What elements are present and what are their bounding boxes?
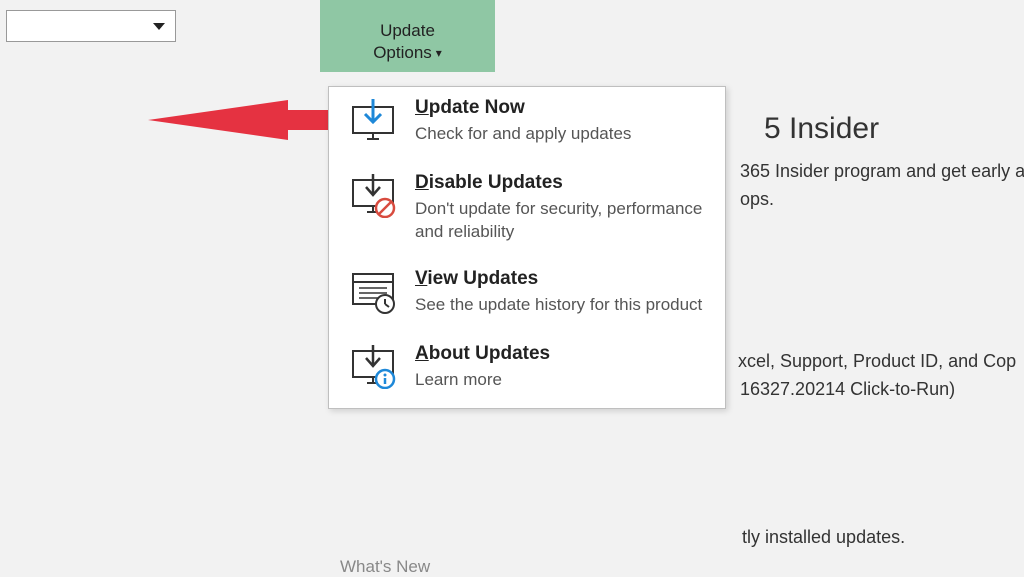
menu-item-desc: Learn more <box>415 369 709 392</box>
update-options-label-line2: Options▾ <box>373 42 442 64</box>
menu-item-title: Update Now <box>415 97 709 119</box>
menu-item-update-now[interactable]: Update Now Check for and apply updates <box>329 87 725 162</box>
disable-monitor-icon <box>349 174 397 223</box>
info-monitor-icon <box>349 345 397 394</box>
menu-item-desc: Check for and apply updates <box>415 123 709 146</box>
bg-insider-line2: ops. <box>740 186 774 213</box>
update-options-menu: Update Now Check for and apply updates D… <box>328 86 726 409</box>
chevron-down-icon: ▾ <box>436 46 442 62</box>
language-dropdown[interactable] <box>6 10 176 42</box>
menu-item-desc: See the update history for this product <box>415 294 709 317</box>
bg-insider-heading: 5 Insider <box>764 106 879 151</box>
whats-new-label: What's New <box>340 557 430 577</box>
update-options-label-line1: Update <box>380 20 435 42</box>
bg-line5: tly installed updates. <box>742 524 905 551</box>
bg-line4: 16327.20214 Click-to-Run) <box>740 376 955 403</box>
bg-insider-line1: 365 Insider program and get early a <box>740 158 1024 185</box>
menu-item-about-updates[interactable]: About Updates Learn more <box>329 333 725 408</box>
history-list-icon <box>349 270 397 319</box>
bg-line3: xcel, Support, Product ID, and Cop <box>738 348 1024 375</box>
download-monitor-icon <box>349 99 397 148</box>
annotation-arrow <box>148 92 353 153</box>
menu-item-disable-updates[interactable]: Disable Updates Don't update for securit… <box>329 162 725 258</box>
menu-item-title: Disable Updates <box>415 172 709 194</box>
menu-item-title: View Updates <box>415 268 709 290</box>
menu-item-desc: Don't update for security, performance a… <box>415 198 709 244</box>
update-options-button[interactable]: Update Options▾ <box>320 0 495 72</box>
menu-item-view-updates[interactable]: View Updates See the update history for … <box>329 258 725 333</box>
caret-down-icon <box>153 23 165 30</box>
menu-item-title: About Updates <box>415 343 709 365</box>
